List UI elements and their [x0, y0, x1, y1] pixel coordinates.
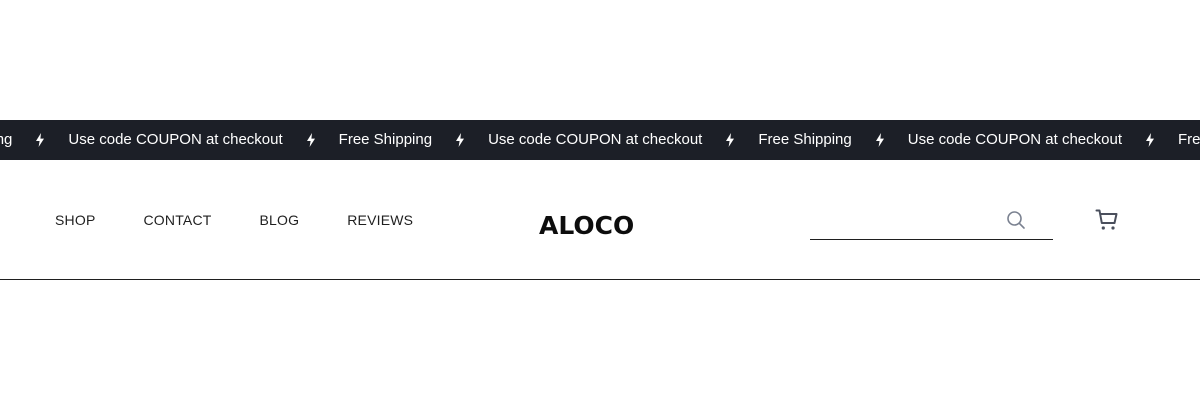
- lightning-bolt-icon: [725, 133, 735, 147]
- announcement-text: Free Shipping: [338, 131, 433, 148]
- announcement-text: Free Shipping: [758, 131, 852, 148]
- brand-logo[interactable]: ALOCO: [539, 205, 649, 237]
- announcement-marquee: Free Shipping Use code COUPON at checkou…: [0, 120, 1200, 160]
- announcement-text: Free Shipping: [1178, 131, 1200, 148]
- lightning-bolt-icon: [455, 133, 465, 147]
- cart-icon[interactable]: [1095, 208, 1119, 232]
- announcement-text: Free Shipping: [0, 131, 13, 148]
- lightning-bolt-icon: [1145, 133, 1155, 147]
- nav-link-contact[interactable]: CONTACT: [143, 212, 211, 228]
- announcement-text: Use code COUPON at checkout: [907, 131, 1123, 148]
- nav-link-blog[interactable]: BLOG: [260, 212, 300, 228]
- lightning-bolt-icon: [35, 133, 45, 147]
- nav-link-shop[interactable]: SHOP: [55, 212, 95, 228]
- announcement-bar: Free Shipping Use code COUPON at checkou…: [0, 120, 1200, 160]
- main-nav: SHOP CONTACT BLOG REVIEWS: [55, 160, 413, 280]
- search-input[interactable]: [810, 204, 1004, 236]
- search-icon[interactable]: [1006, 210, 1026, 230]
- lightning-bolt-icon: [875, 133, 885, 147]
- nav-link-reviews[interactable]: REVIEWS: [347, 212, 413, 228]
- page: Free Shipping Use code COUPON at checkou…: [0, 0, 1200, 400]
- logo-text: ALOCO: [539, 211, 634, 237]
- announcement-text: Use code COUPON at checkout: [488, 131, 703, 148]
- lightning-bolt-icon: [306, 133, 316, 147]
- announcement-text: Use code COUPON at checkout: [68, 131, 283, 148]
